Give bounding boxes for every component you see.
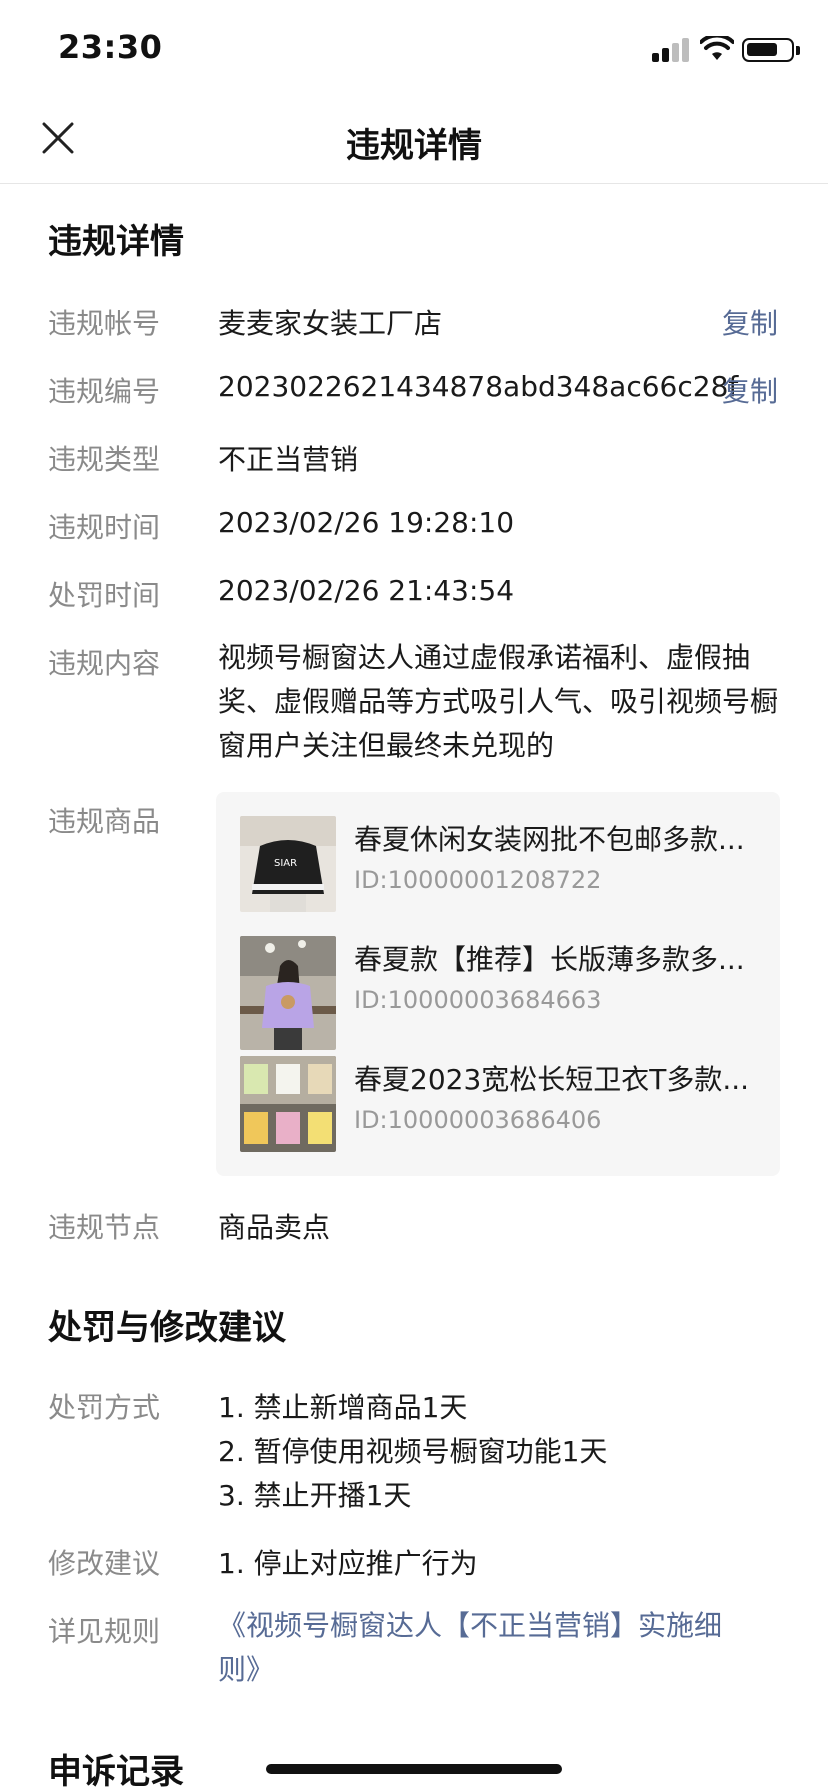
wifi-icon <box>700 36 734 60</box>
number-label: 违规编号 <box>48 375 161 408</box>
penalty-time-value: 2023/02/26 21:43:54 <box>218 574 515 607</box>
product-thumbnail <box>240 936 336 1050</box>
nav-bar: 违规详情 <box>0 96 828 184</box>
product-id: ID:10000003686406 <box>354 1106 602 1134</box>
svg-text:SIAR: SIAR <box>274 858 297 869</box>
type-value: 不正当营销 <box>218 443 359 476</box>
account-value: 麦麦家女装工厂店 <box>218 307 443 340</box>
appeal-heading: 申诉记录 <box>48 1752 184 1792</box>
details-heading: 违规详情 <box>48 222 184 262</box>
product-name: 春夏2023宽松长短卫衣T多款... <box>354 1063 750 1096</box>
number-value: 2023022621434878abd348ac66c28f <box>218 370 739 403</box>
rules-label: 详见规则 <box>48 1615 161 1648</box>
product-id: ID:10000003684663 <box>354 986 602 1014</box>
content-label: 违规内容 <box>48 647 161 680</box>
product-id: ID:10000001208722 <box>354 866 602 894</box>
account-label: 违规帐号 <box>48 307 161 340</box>
suggestion-value: 1. 停止对应推广行为 <box>218 1547 478 1580</box>
product-name: 春夏休闲女装网批不包邮多款... <box>354 823 745 856</box>
product-thumbnail <box>240 1056 336 1152</box>
product-item[interactable]: SIAR 春夏休闲女装网批不包邮多款... ID:10000001208722 <box>240 816 760 912</box>
penalty-method-line: 1. 禁止新增商品1天 <box>218 1391 468 1424</box>
violation-time-label: 违规时间 <box>48 511 161 544</box>
penalty-method-line: 3. 禁止开播1天 <box>218 1479 412 1512</box>
battery-icon <box>742 38 800 62</box>
node-label: 违规节点 <box>48 1211 161 1244</box>
penalty-time-label: 处罚时间 <box>48 579 161 612</box>
status-bar: 23:30 <box>0 0 828 96</box>
violation-time-value: 2023/02/26 19:28:10 <box>218 506 515 539</box>
rules-link[interactable]: 《视频号橱窗达人【不正当营销】实施细则》 <box>218 1604 748 1692</box>
status-time: 23:30 <box>58 28 163 66</box>
content-value: 视频号橱窗达人通过虚假承诺福利、虚假抽奖、虚假赠品等方式吸引人气、吸引视频号橱窗… <box>218 641 779 762</box>
penalty-method-line: 2. 暂停使用视频号橱窗功能1天 <box>218 1435 608 1468</box>
product-name: 春夏款【推荐】长版薄多款多... <box>354 943 745 976</box>
products-label: 违规商品 <box>48 805 161 838</box>
suggestion-label: 修改建议 <box>48 1547 161 1580</box>
violating-products-list: SIAR 春夏休闲女装网批不包邮多款... ID:10000001208722 … <box>216 792 780 1176</box>
product-thumbnail: SIAR <box>240 816 336 912</box>
home-indicator <box>266 1764 562 1774</box>
page-title: 违规详情 <box>346 126 482 166</box>
copy-number-button[interactable]: 复制 <box>722 370 778 410</box>
type-label: 违规类型 <box>48 443 161 476</box>
penalty-heading: 处罚与修改建议 <box>48 1308 286 1348</box>
product-item[interactable]: 春夏2023宽松长短卫衣T多款... ID:10000003686406 <box>240 1056 760 1152</box>
cellular-signal-icon <box>652 38 692 62</box>
copy-account-button[interactable]: 复制 <box>722 302 778 342</box>
penalty-method-label: 处罚方式 <box>48 1391 161 1424</box>
node-value: 商品卖点 <box>218 1211 331 1244</box>
product-item[interactable]: 春夏款【推荐】长版薄多款多... ID:10000003684663 <box>240 936 760 1050</box>
